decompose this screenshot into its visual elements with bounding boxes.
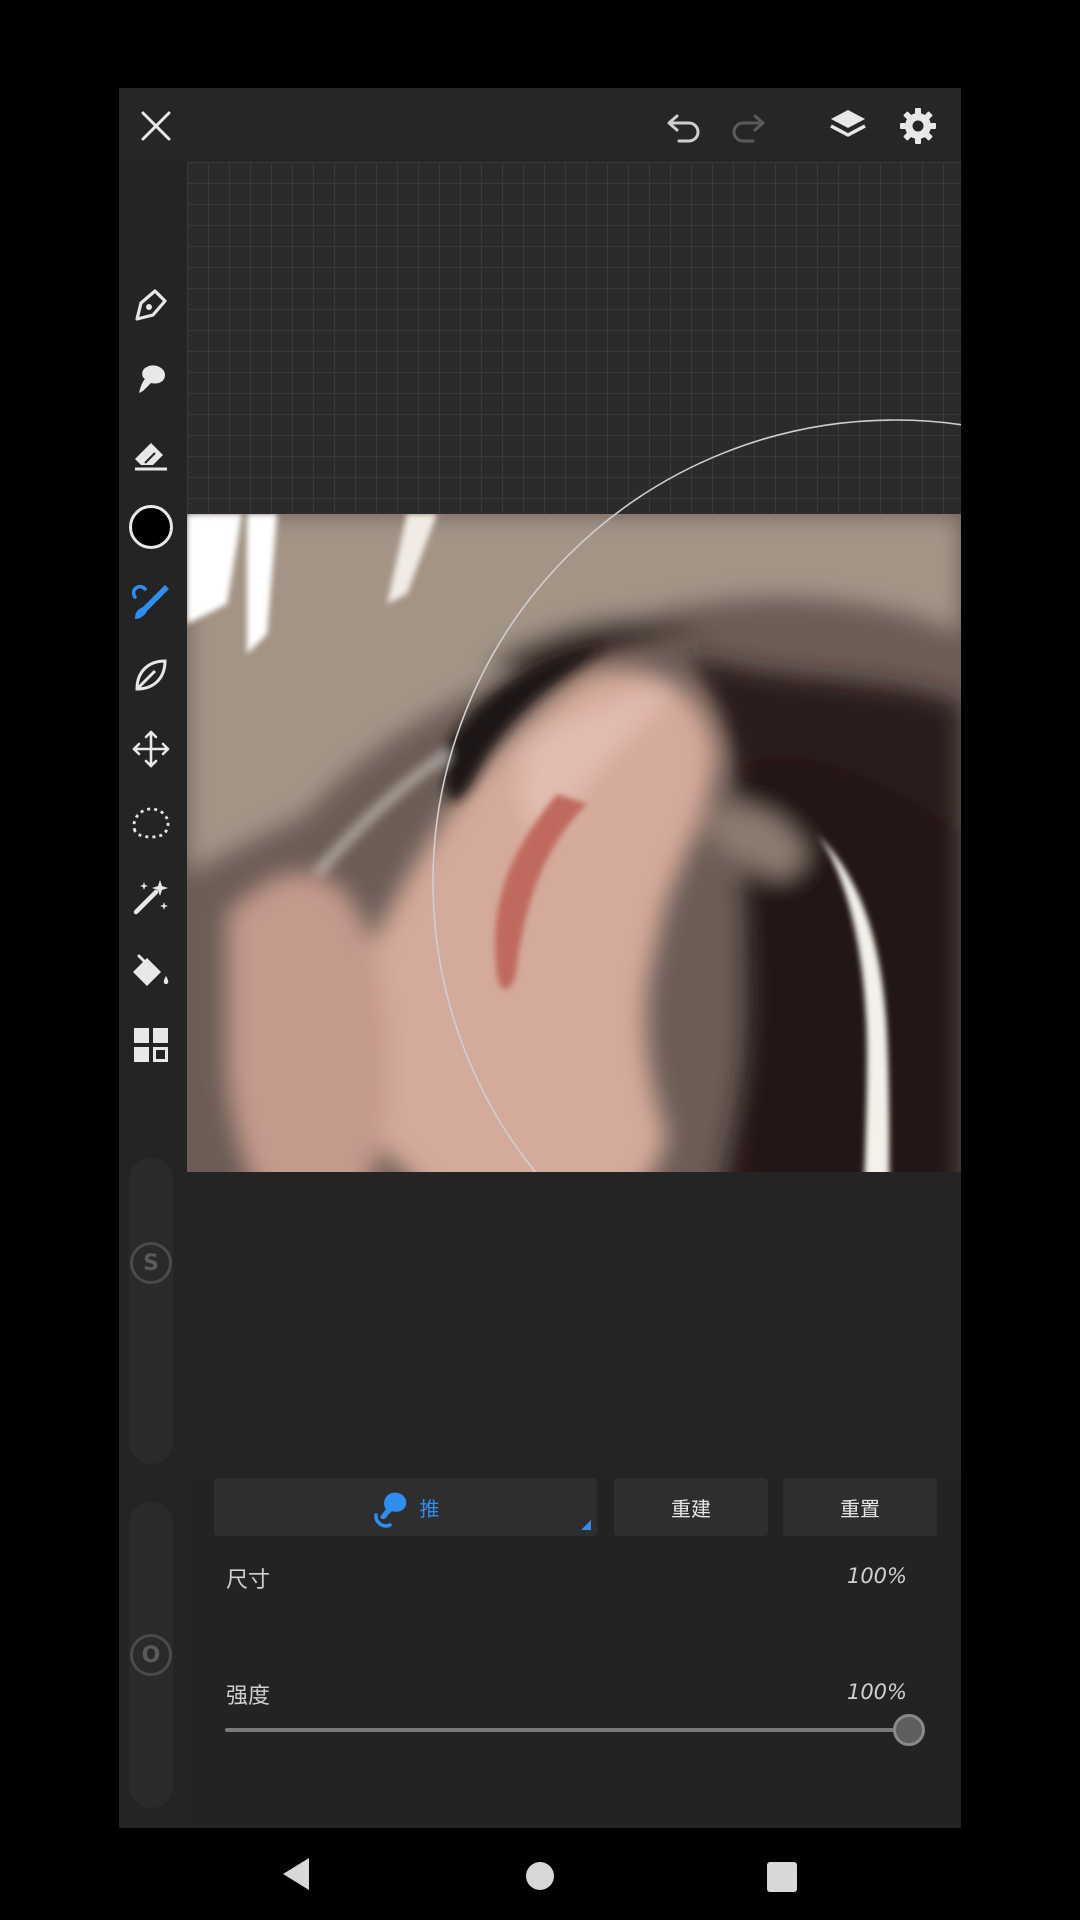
recents-icon[interactable] (767, 1862, 797, 1892)
strength-label: 强度 (226, 1684, 271, 1709)
size-slider-thumb[interactable] (893, 1714, 925, 1746)
drawing-canvas[interactable] (187, 162, 961, 1172)
strength-value: 100% (846, 1680, 907, 1704)
settings-icon[interactable] (898, 106, 938, 146)
liquify-mode-dropdown[interactable]: 推 (214, 1478, 597, 1536)
rebuild-button[interactable]: 重建 (614, 1478, 768, 1536)
layers-icon[interactable] (828, 106, 868, 146)
top-bar (119, 88, 961, 162)
lasso-selection-icon[interactable] (128, 800, 174, 846)
back-icon[interactable] (279, 1856, 313, 1892)
size-label: 尺寸 (226, 1568, 271, 1593)
brush-opacity-slider[interactable]: O (129, 1502, 173, 1808)
gallery-grid-icon[interactable] (128, 1022, 174, 1068)
magic-wand-icon[interactable] (128, 874, 174, 920)
size-slider-track[interactable] (225, 1728, 909, 1732)
system-navigation-bar (0, 1830, 1080, 1920)
home-icon[interactable] (526, 1862, 554, 1890)
brush-size-handle[interactable]: S (130, 1242, 172, 1284)
color-swatch[interactable] (128, 504, 174, 550)
undo-icon[interactable] (665, 108, 705, 144)
brush-opacity-handle[interactable]: O (130, 1634, 172, 1676)
smudge-tool-icon[interactable] (128, 356, 174, 402)
liquify-panel: 推 重建 重置 尺寸 100% 强度 100% (187, 1478, 961, 1828)
brush-size-slider[interactable]: S (129, 1158, 173, 1464)
drawing-app: S O 推 重建 重置 尺寸 100% 强度 100% (119, 88, 961, 1828)
opacity-slider-letter: O (141, 1642, 161, 1668)
push-mode-icon (373, 1492, 406, 1528)
pen-tool-icon[interactable] (128, 282, 174, 328)
size-slider-letter: S (143, 1250, 159, 1276)
liquify-mode-label: 推 (419, 1496, 440, 1521)
liquify-brush-icon[interactable] (128, 578, 174, 624)
eraser-tool-icon[interactable] (128, 430, 174, 476)
leaf-tool-icon[interactable] (128, 652, 174, 698)
size-value: 100% (846, 1564, 907, 1588)
reset-button[interactable]: 重置 (783, 1478, 937, 1536)
rebuild-label: 重建 (671, 1496, 711, 1521)
close-icon[interactable] (139, 109, 173, 143)
redo-icon[interactable] (727, 108, 767, 144)
liquify-brush-cursor (432, 419, 961, 1172)
transform-tool-icon[interactable] (128, 726, 174, 772)
fill-bucket-icon[interactable] (128, 948, 174, 994)
tool-sidebar: S O (119, 162, 185, 1828)
dropdown-corner-indicator (581, 1520, 591, 1530)
reset-label: 重置 (840, 1496, 880, 1521)
